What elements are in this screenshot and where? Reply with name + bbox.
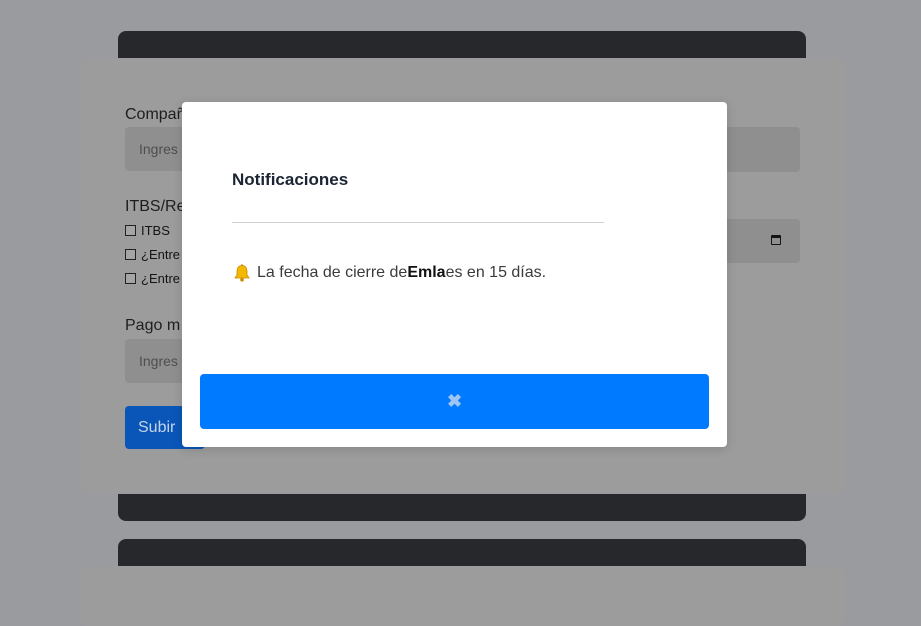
notifications-modal: Notificaciones La fecha de cierre de Eml… [182,102,727,447]
checkbox[interactable] [125,225,136,236]
modal-title: Notificaciones [232,170,349,189]
notification-message: La fecha de cierre de Emla es en 15 días… [232,263,546,283]
checkbox-row-itbs[interactable]: ITBS [125,223,170,238]
message-prefix: La fecha de cierre de [257,264,408,281]
company-input[interactable]: Ingres [125,127,185,171]
close-button[interactable]: ✖ [200,374,709,429]
checkbox-label: ¿Entre [141,247,181,262]
payment-input[interactable]: Ingres [125,339,185,383]
upload-form-card-2 [80,566,845,626]
message-company-name: Emla [407,264,446,281]
checkbox[interactable] [125,249,136,260]
submit-button-label: Subir [138,419,176,436]
company-label: Compañ [125,106,186,123]
company-input-placeholder: Ingres [139,141,178,157]
modal-divider [232,222,604,223]
checkbox-row-entre-1[interactable]: ¿Entre [125,247,180,262]
checkbox[interactable] [125,273,136,284]
itbs-label: ITBS/Re [125,198,186,215]
payment-input-placeholder: Ingres [139,353,178,369]
message-suffix: es en 15 días. [445,264,547,281]
checkbox-label: ¿Entre [141,271,181,286]
payment-label: Pago m [125,317,181,334]
calendar-icon[interactable] [771,235,781,245]
checkbox-label: ITBS [141,223,170,238]
checkbox-row-entre-2[interactable]: ¿Entre [125,271,180,286]
bell-icon [234,264,250,282]
close-icon: ✖ [446,391,463,411]
